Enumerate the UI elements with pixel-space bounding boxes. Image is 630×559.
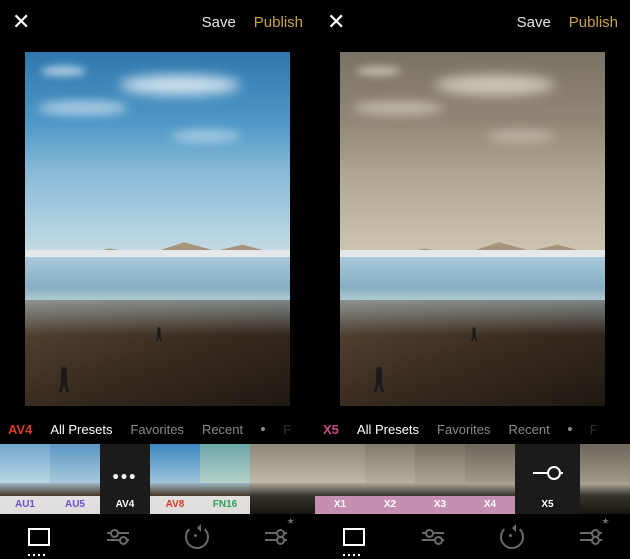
preset-x1[interactable]: X1: [315, 444, 365, 514]
bottom-tab-bar: ★: [0, 514, 315, 559]
preset-thumb: [250, 444, 315, 514]
person-figure: [470, 327, 478, 341]
preset-strip[interactable]: AU1 AU5 ••• AV4 AV8 FN16: [0, 444, 315, 514]
top-actions: Save Publish: [517, 14, 618, 31]
category-recent[interactable]: Recent: [509, 422, 550, 437]
slider-icon: [533, 472, 563, 474]
category-all presets[interactable]: All Presets: [357, 422, 419, 437]
person-figure: [155, 327, 163, 341]
preset-av4[interactable]: ••• AV4: [100, 444, 150, 514]
photo-area: [0, 44, 315, 414]
photo-area: [315, 44, 630, 414]
preset-label: X2: [365, 496, 415, 514]
top-actions: Save Publish: [202, 14, 303, 31]
preset-x4[interactable]: X4: [465, 444, 515, 514]
preset-x3[interactable]: X3: [415, 444, 465, 514]
top-bar: ✕ Save Publish: [0, 0, 315, 44]
category-favorites[interactable]: Favorites: [130, 422, 183, 437]
preset-fn16[interactable]: FN16: [200, 444, 250, 514]
editor-pane: ✕ Save Publish AV4 A: [0, 0, 315, 559]
publish-button[interactable]: Publish: [254, 14, 303, 31]
tab-tools[interactable]: ★: [578, 524, 604, 550]
preset-strip[interactable]: X1 X2 X3 X4 X5: [315, 444, 630, 514]
current-preset-badge: X5: [323, 422, 339, 437]
preset-label: AV8: [150, 496, 200, 514]
current-preset-badge: AV4: [8, 422, 32, 437]
preset-partial: [580, 444, 630, 514]
more-icon: •••: [113, 466, 138, 487]
tab-presets[interactable]: [26, 524, 52, 550]
preset-label: X4: [465, 496, 515, 514]
preset-label: AV4: [100, 496, 150, 514]
category-overflow: F: [283, 422, 291, 437]
category-row: AV4 All Presets Favorites Recent F: [0, 414, 315, 444]
preset-label: FN16: [200, 496, 250, 514]
save-button[interactable]: Save: [517, 14, 551, 31]
category-row: X5 All Presets Favorites Recent F: [315, 414, 630, 444]
category-more-dot: [261, 427, 265, 431]
category-more-dot: [568, 427, 572, 431]
tab-adjust[interactable]: [420, 524, 446, 550]
preset-label: AU1: [0, 496, 50, 514]
tab-history[interactable]: [499, 524, 525, 550]
category-overflow: F: [590, 422, 598, 437]
person-figure: [372, 366, 386, 392]
bottom-tab-bar: ★: [315, 514, 630, 559]
tab-tools[interactable]: ★: [263, 524, 289, 550]
editor-pane: ✕ Save Publish X5 Al: [315, 0, 630, 559]
preset-x5[interactable]: X5: [515, 444, 580, 514]
preset-partial: [250, 444, 315, 514]
tab-history[interactable]: [184, 524, 210, 550]
preset-au1[interactable]: AU1: [0, 444, 50, 514]
close-icon[interactable]: ✕: [327, 9, 345, 35]
top-bar: ✕ Save Publish: [315, 0, 630, 44]
photo-preview[interactable]: [25, 52, 290, 406]
person-figure: [57, 366, 71, 392]
category-favorites[interactable]: Favorites: [437, 422, 490, 437]
publish-button[interactable]: Publish: [569, 14, 618, 31]
category-all presets[interactable]: All Presets: [50, 422, 112, 437]
photo-preview[interactable]: [340, 52, 605, 406]
tab-adjust[interactable]: [105, 524, 131, 550]
preset-au5[interactable]: AU5: [50, 444, 100, 514]
close-icon[interactable]: ✕: [12, 9, 30, 35]
category-recent[interactable]: Recent: [202, 422, 243, 437]
preset-label: X1: [315, 496, 365, 514]
save-button[interactable]: Save: [202, 14, 236, 31]
preset-av8[interactable]: AV8: [150, 444, 200, 514]
preset-thumb: [580, 444, 630, 514]
tab-presets[interactable]: [341, 524, 367, 550]
preset-label: AU5: [50, 496, 100, 514]
preset-label: X3: [415, 496, 465, 514]
preset-label: X5: [515, 496, 580, 514]
preset-x2[interactable]: X2: [365, 444, 415, 514]
